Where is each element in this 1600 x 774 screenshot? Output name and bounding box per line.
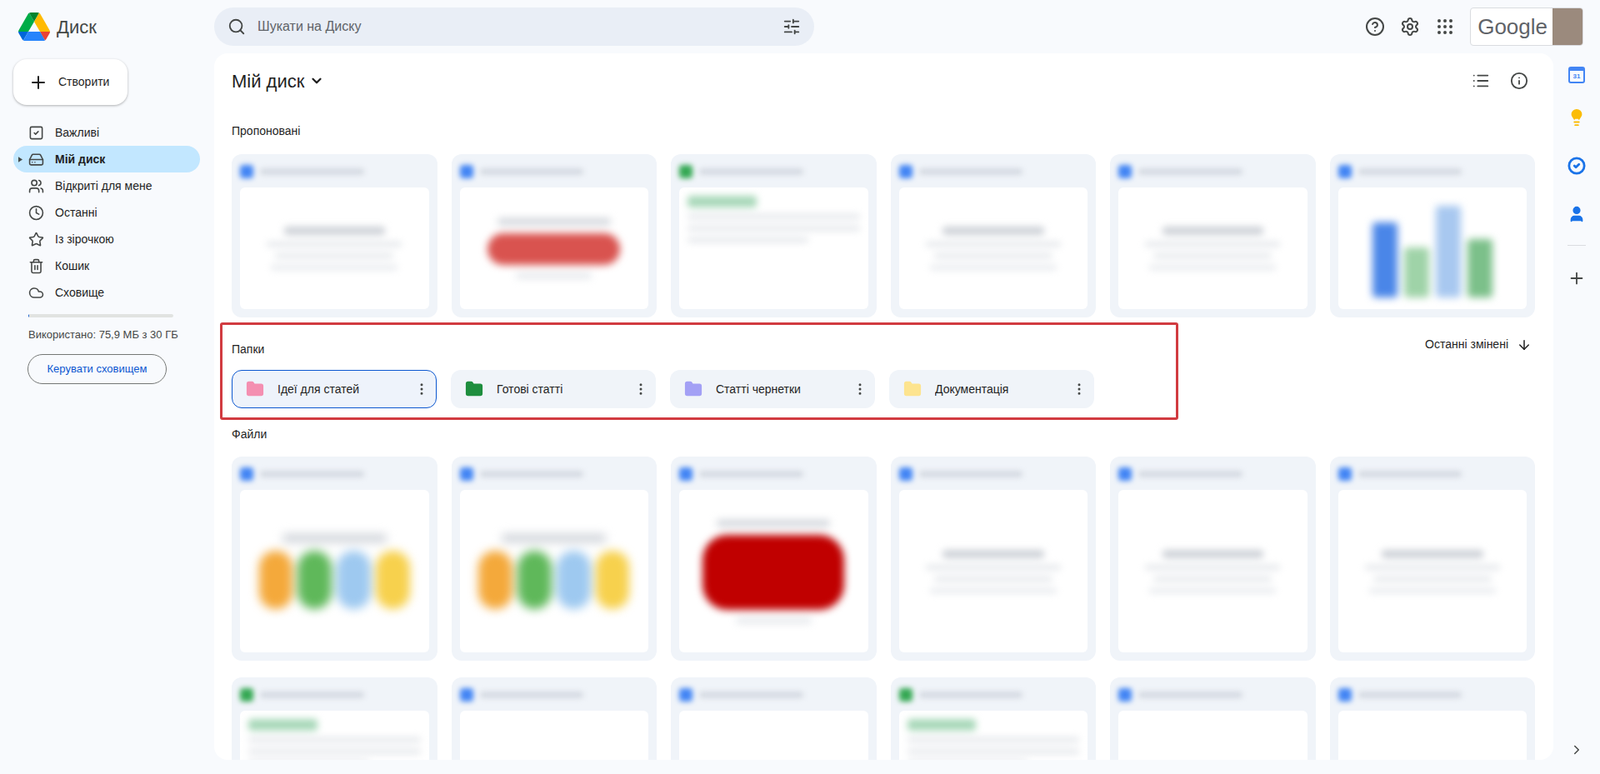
file-card[interactable] (1330, 154, 1536, 318)
search-bar[interactable]: Шукати на Диску (214, 7, 815, 46)
account-box[interactable]: Google (1470, 7, 1584, 46)
file-card[interactable] (1110, 677, 1316, 760)
settings-icon[interactable] (1400, 16, 1420, 37)
storage-text: Використано: 75,9 МБ з 30 ГБ (28, 327, 179, 343)
file-card[interactable] (1110, 154, 1316, 318)
contacts-icon[interactable] (1567, 205, 1586, 224)
files-label: Файли (231, 421, 1535, 447)
drive-app: Диск Шукати на Диску Google Створити Важливі… (0, 0, 1600, 774)
file-card[interactable] (890, 677, 1097, 760)
suggested-label: Пропоновані (231, 115, 1535, 146)
file-card[interactable] (670, 154, 877, 318)
app-title: Диск (56, 13, 97, 41)
file-card[interactable] (1330, 456, 1536, 661)
main-header: Мій диск (231, 53, 1535, 109)
account-label: Google (1477, 10, 1548, 44)
folder-icon (245, 380, 265, 399)
manage-storage-button[interactable]: Керувати сховищем (27, 354, 167, 385)
sidebar-item[interactable]: Важливі (13, 119, 200, 146)
main-panel: Мій диск Пропоновані Папки Ідеї для статей Г… (214, 53, 1554, 760)
file-card[interactable] (890, 456, 1097, 661)
folder-icon (684, 380, 703, 399)
sidebar-item[interactable]: Відкриті для мене (13, 172, 200, 200)
caret-down-icon (309, 73, 325, 89)
nav-icon (28, 178, 45, 195)
sidebar-item[interactable]: Останні (13, 199, 200, 226)
more-icon[interactable] (852, 381, 868, 397)
file-card[interactable] (451, 154, 658, 318)
sidebar: Створити ВажливіМій дискВідкриті для мене… (0, 53, 215, 774)
list-view-icon[interactable] (1471, 71, 1490, 90)
file-card[interactable] (670, 456, 877, 661)
sidebar-nav: ВажливіМій дискВідкриті для менеОстанніІ… (0, 119, 215, 306)
nav-icon (28, 151, 45, 168)
file-card[interactable] (670, 677, 877, 760)
nav-icon (28, 231, 45, 248)
file-card[interactable] (231, 456, 438, 661)
calendar-icon[interactable]: 31 (1568, 66, 1585, 84)
plus-icon (28, 72, 49, 93)
files-grid (231, 456, 1535, 760)
nav-icon (28, 285, 45, 301)
drive-logo-icon (18, 12, 50, 41)
my-drive-title[interactable]: Мій диск (231, 67, 325, 95)
folder-chip[interactable]: Ідеї для статей (231, 370, 437, 409)
sidebar-item[interactable]: Із зірочкою (13, 225, 200, 253)
folders-row: Ідеї для статей Готові статті Статті черне… (231, 370, 1176, 409)
add-app-icon[interactable] (1567, 269, 1586, 288)
file-card[interactable] (890, 154, 1097, 318)
sort-control[interactable]: Останні змінені (1425, 335, 1535, 354)
help-icon[interactable] (1365, 16, 1385, 37)
folder-chip[interactable]: Документація (889, 370, 1095, 409)
suggested-grid (231, 154, 1535, 318)
folder-chip[interactable]: Статті чернетки (670, 370, 875, 409)
file-card[interactable] (451, 456, 658, 661)
file-card[interactable] (231, 154, 438, 318)
storage-bar (28, 314, 174, 318)
apps-icon[interactable] (1435, 16, 1455, 37)
nav-icon (28, 125, 45, 141)
info-icon[interactable] (1510, 71, 1529, 90)
folder-icon (465, 380, 484, 399)
more-icon[interactable] (633, 381, 649, 397)
expand-panel-icon[interactable] (1569, 742, 1585, 758)
more-icon[interactable] (414, 381, 430, 397)
sidebar-item[interactable]: Кошик (13, 252, 200, 280)
folders-section: Папки Ідеї для статей Готові статті Статті … (220, 322, 1179, 420)
sidebar-item[interactable]: Сховище (13, 279, 200, 306)
folder-chip[interactable]: Готові статті (450, 370, 656, 409)
keep-icon[interactable] (1567, 108, 1586, 127)
file-card[interactable] (231, 677, 438, 760)
side-divider (1567, 245, 1586, 246)
side-apps: 31 (1553, 53, 1600, 774)
more-icon[interactable] (1071, 381, 1087, 397)
filter-icon[interactable] (782, 17, 801, 36)
expand-icon[interactable] (18, 156, 23, 163)
file-card[interactable] (1110, 456, 1316, 661)
app-brand[interactable]: Диск (0, 12, 215, 41)
top-bar: Диск Шукати на Диску Google (0, 0, 1600, 54)
file-card[interactable] (451, 677, 658, 760)
folders-label: Папки (231, 338, 1176, 360)
sort-direction-icon (1516, 337, 1532, 353)
nav-icon (28, 258, 45, 275)
create-button[interactable]: Створити (13, 59, 128, 105)
sidebar-item[interactable]: Мій диск (13, 145, 200, 173)
search-icon (227, 17, 246, 36)
file-card[interactable] (1330, 677, 1536, 760)
avatar-icon (1552, 7, 1583, 46)
folder-icon (903, 380, 922, 399)
search-placeholder: Шукати на Диску (257, 16, 771, 37)
nav-icon (28, 205, 45, 221)
tasks-icon[interactable] (1567, 156, 1586, 175)
